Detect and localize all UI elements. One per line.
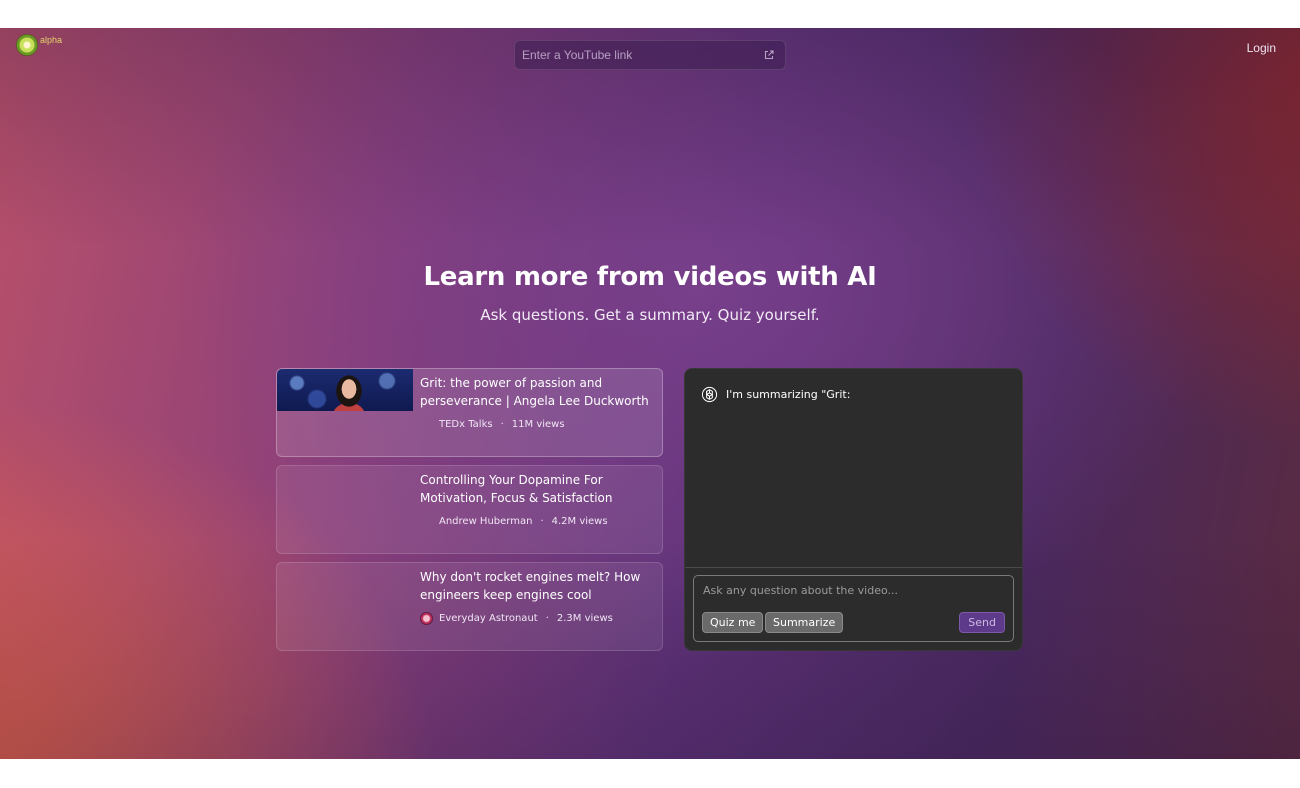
app-logo[interactable]: alpha bbox=[12, 30, 63, 60]
channel-avatar bbox=[420, 418, 433, 431]
send-button[interactable]: Send bbox=[959, 612, 1005, 633]
video-list: Grit: the power of passion and persevera… bbox=[276, 368, 663, 659]
video-thumbnail bbox=[277, 369, 413, 411]
view-count: 11M views bbox=[511, 419, 565, 430]
meta-separator: · bbox=[545, 613, 549, 624]
meta-separator: · bbox=[500, 419, 504, 430]
channel-name: TEDx Talks bbox=[439, 419, 493, 430]
summarize-button[interactable]: Summarize bbox=[765, 612, 844, 633]
video-card-rocket-engines[interactable]: Why don't rocket engines melt? How engin… bbox=[276, 562, 663, 651]
kiwi-logo-icon bbox=[12, 30, 42, 60]
assistant-message-text: I'm summarizing "Grit: bbox=[726, 388, 851, 401]
hero-subtitle: Ask questions. Get a summary. Quiz yours… bbox=[480, 306, 820, 324]
quiz-me-button[interactable]: Quiz me bbox=[702, 612, 764, 633]
channel-name: Everyday Astronaut bbox=[439, 613, 538, 624]
meta-separator: · bbox=[540, 516, 544, 527]
page-background: alpha Login Learn more from videos with … bbox=[0, 28, 1300, 759]
video-meta: Andrew Huberman · 4.2M views bbox=[420, 515, 608, 528]
chat-divider bbox=[685, 567, 1022, 568]
video-meta: Everyday Astronaut · 2.3M views bbox=[420, 612, 613, 625]
openai-icon bbox=[701, 386, 718, 403]
video-title: Why don't rocket engines melt? How engin… bbox=[420, 570, 641, 602]
view-count: 2.3M views bbox=[556, 613, 613, 624]
hero-title: Learn more from videos with AI bbox=[423, 262, 877, 292]
alpha-badge: alpha bbox=[40, 35, 63, 45]
video-card-dopamine[interactable]: Controlling Your Dopamine For Motivation… bbox=[276, 465, 663, 554]
channel-name: Andrew Huberman bbox=[439, 516, 533, 527]
video-meta: TEDx Talks · 11M views bbox=[420, 418, 565, 431]
channel-avatar bbox=[420, 612, 433, 625]
youtube-link-input[interactable] bbox=[522, 48, 763, 62]
video-title: Grit: the power of passion and persevera… bbox=[420, 376, 649, 408]
channel-avatar bbox=[420, 515, 433, 528]
video-card-grit[interactable]: Grit: the power of passion and persevera… bbox=[276, 368, 663, 457]
external-link-icon[interactable] bbox=[763, 49, 775, 61]
assistant-message: I'm summarizing "Grit: bbox=[701, 386, 850, 403]
video-title: Controlling Your Dopamine For Motivation… bbox=[420, 473, 613, 505]
view-count: 4.2M views bbox=[551, 516, 608, 527]
login-button[interactable]: Login bbox=[1247, 41, 1276, 55]
chat-composer: Quiz me Summarize Send bbox=[693, 575, 1014, 642]
chat-panel: I'm summarizing "Grit: Quiz me Summarize… bbox=[684, 368, 1023, 651]
question-input[interactable] bbox=[703, 584, 1003, 597]
youtube-link-search bbox=[514, 40, 786, 70]
